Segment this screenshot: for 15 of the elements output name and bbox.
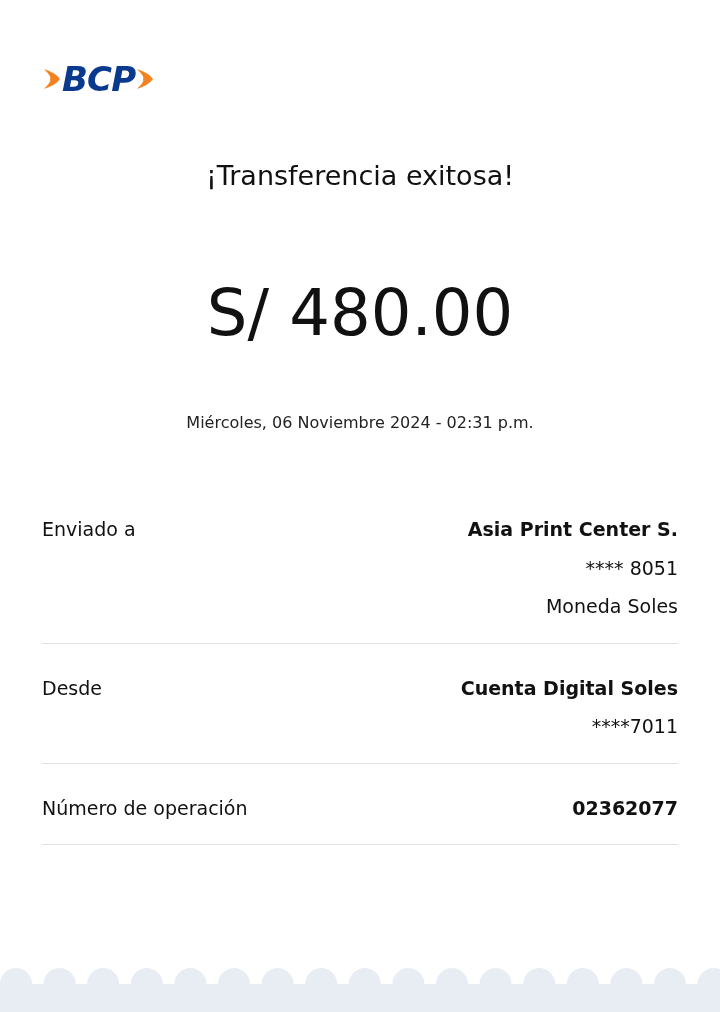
detail-value: Moneda Soles bbox=[545, 594, 678, 619]
chevron-icon bbox=[42, 67, 62, 91]
detail-value: **** 8051 bbox=[585, 555, 678, 581]
page-title: ¡Transferencia exitosa! bbox=[204, 162, 516, 189]
chevron-icon bbox=[135, 67, 156, 91]
amount: S/ 480.00 bbox=[205, 281, 515, 345]
detail-value: Cuenta Digital Soles bbox=[460, 675, 678, 701]
date-time: Miércoles, 06 Noviembre 2024 - 02:31 p.m. bbox=[185, 415, 535, 431]
detail-label: Desde bbox=[42, 675, 102, 701]
detail-value: 02362077 bbox=[572, 795, 678, 821]
logo-text: BCP bbox=[62, 62, 136, 96]
detail-label: Número de operación bbox=[42, 795, 248, 821]
detail-value: Asia Print Center S. bbox=[467, 517, 678, 542]
detail-value: ****7011 bbox=[591, 714, 678, 739]
detail-label: Enviado a bbox=[42, 517, 136, 542]
